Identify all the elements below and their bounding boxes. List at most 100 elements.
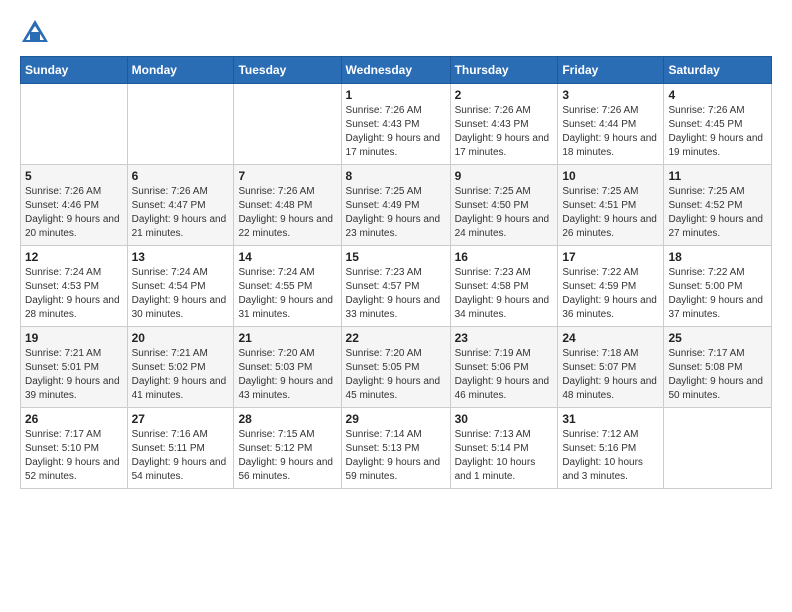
week-row: 26 Sunrise: 7:17 AM Sunset: 5:10 PM Dayli…	[21, 408, 772, 489]
day-number: 19	[25, 331, 123, 345]
header-row: SundayMondayTuesdayWednesdayThursdayFrid…	[21, 57, 772, 84]
day-number: 25	[668, 331, 767, 345]
day-cell: 19 Sunrise: 7:21 AM Sunset: 5:01 PM Dayli…	[21, 327, 128, 408]
day-number: 22	[346, 331, 446, 345]
day-number: 26	[25, 412, 123, 426]
day-cell: 5Sunrise: 7:26 AM Sunset: 4:46 PM Daylig…	[21, 165, 128, 246]
day-info: Sunrise: 7:26 AM Sunset: 4:44 PM Dayligh…	[562, 104, 659, 160]
day-cell: 7 Sunrise: 7:26 AM Sunset: 4:48 PM Daylig…	[234, 165, 341, 246]
day-info: Sunrise: 7:21 AM Sunset: 5:01 PM Dayligh…	[25, 347, 123, 403]
day-number: 7	[238, 169, 336, 183]
day-info: Sunrise: 7:26 AM Sunset: 4:48 PM Dayligh…	[238, 185, 336, 241]
day-number: 16	[455, 250, 554, 264]
day-cell	[234, 84, 341, 165]
day-cell: 17 Sunrise: 7:22 AM Sunset: 4:59 PM Dayli…	[558, 246, 664, 327]
day-cell: 10 Sunrise: 7:25 AM Sunset: 4:51 PM Dayli…	[558, 165, 664, 246]
day-cell: 26 Sunrise: 7:17 AM Sunset: 5:10 PM Dayli…	[21, 408, 128, 489]
day-info: Sunrise: 7:22 AM Sunset: 5:00 PM Dayligh…	[668, 266, 767, 322]
day-info: Sunrise: 7:23 AM Sunset: 4:58 PM Dayligh…	[455, 266, 554, 322]
day-number: 30	[455, 412, 554, 426]
day-number: 10	[562, 169, 659, 183]
day-header: Tuesday	[234, 57, 341, 84]
day-number: 2	[455, 88, 554, 102]
week-row: 1 Sunrise: 7:26 AM Sunset: 4:43 PM Daylig…	[21, 84, 772, 165]
day-info: Sunrise: 7:26 AM Sunset: 4:45 PM Dayligh…	[668, 104, 767, 160]
day-header: Saturday	[664, 57, 772, 84]
calendar: SundayMondayTuesdayWednesdayThursdayFrid…	[20, 56, 772, 489]
day-info: Sunrise: 7:13 AM Sunset: 5:14 PM Dayligh…	[455, 428, 554, 484]
day-cell: 28 Sunrise: 7:15 AM Sunset: 5:12 PM Dayli…	[234, 408, 341, 489]
day-info: Sunrise: 7:15 AM Sunset: 5:12 PM Dayligh…	[238, 428, 336, 484]
day-number: 21	[238, 331, 336, 345]
day-info: Sunrise: 7:25 AM Sunset: 4:49 PM Dayligh…	[346, 185, 446, 241]
day-number: 12	[25, 250, 123, 264]
day-cell: 11 Sunrise: 7:25 AM Sunset: 4:52 PM Dayli…	[664, 165, 772, 246]
day-number: 8	[346, 169, 446, 183]
day-cell: 1 Sunrise: 7:26 AM Sunset: 4:43 PM Daylig…	[341, 84, 450, 165]
day-number: 23	[455, 331, 554, 345]
day-cell: 20 Sunrise: 7:21 AM Sunset: 5:02 PM Dayli…	[127, 327, 234, 408]
day-number: 24	[562, 331, 659, 345]
day-cell: 15 Sunrise: 7:23 AM Sunset: 4:57 PM Dayli…	[341, 246, 450, 327]
day-number: 4	[668, 88, 767, 102]
header	[20, 16, 772, 46]
day-info: Sunrise: 7:17 AM Sunset: 5:08 PM Dayligh…	[668, 347, 767, 403]
day-number: 1	[346, 88, 446, 102]
day-info: Sunrise: 7:18 AM Sunset: 5:07 PM Dayligh…	[562, 347, 659, 403]
day-info: Sunrise: 7:25 AM Sunset: 4:52 PM Dayligh…	[668, 185, 767, 241]
day-info: Sunrise: 7:22 AM Sunset: 4:59 PM Dayligh…	[562, 266, 659, 322]
day-number: 18	[668, 250, 767, 264]
day-header: Sunday	[21, 57, 128, 84]
day-info: Sunrise: 7:17 AM Sunset: 5:10 PM Dayligh…	[25, 428, 123, 484]
day-info: Sunrise: 7:24 AM Sunset: 4:53 PM Dayligh…	[25, 266, 123, 322]
page: SundayMondayTuesdayWednesdayThursdayFrid…	[0, 0, 792, 505]
day-cell	[21, 84, 128, 165]
day-number: 15	[346, 250, 446, 264]
day-cell: 18 Sunrise: 7:22 AM Sunset: 5:00 PM Dayli…	[664, 246, 772, 327]
day-info: Sunrise: 7:14 AM Sunset: 5:13 PM Dayligh…	[346, 428, 446, 484]
day-header: Friday	[558, 57, 664, 84]
day-number: 17	[562, 250, 659, 264]
day-cell: 14 Sunrise: 7:24 AM Sunset: 4:55 PM Dayli…	[234, 246, 341, 327]
week-row: 12 Sunrise: 7:24 AM Sunset: 4:53 PM Dayli…	[21, 246, 772, 327]
day-number: 14	[238, 250, 336, 264]
day-info: Sunrise: 7:24 AM Sunset: 4:55 PM Dayligh…	[238, 266, 336, 322]
day-cell: 2 Sunrise: 7:26 AM Sunset: 4:43 PM Daylig…	[450, 84, 558, 165]
day-info: Sunrise: 7:21 AM Sunset: 5:02 PM Dayligh…	[132, 347, 230, 403]
day-number: 29	[346, 412, 446, 426]
day-cell: 12 Sunrise: 7:24 AM Sunset: 4:53 PM Dayli…	[21, 246, 128, 327]
day-number: 28	[238, 412, 336, 426]
day-info: Sunrise: 7:16 AM Sunset: 5:11 PM Dayligh…	[132, 428, 230, 484]
day-number: 13	[132, 250, 230, 264]
day-cell: 24 Sunrise: 7:18 AM Sunset: 5:07 PM Dayli…	[558, 327, 664, 408]
day-cell: 6Sunrise: 7:26 AM Sunset: 4:47 PM Daylig…	[127, 165, 234, 246]
day-cell: 13Sunrise: 7:24 AM Sunset: 4:54 PM Dayli…	[127, 246, 234, 327]
day-info: Sunrise: 7:23 AM Sunset: 4:57 PM Dayligh…	[346, 266, 446, 322]
day-info: Sunrise: 7:19 AM Sunset: 5:06 PM Dayligh…	[455, 347, 554, 403]
day-cell: 23 Sunrise: 7:19 AM Sunset: 5:06 PM Dayli…	[450, 327, 558, 408]
day-cell: 9 Sunrise: 7:25 AM Sunset: 4:50 PM Daylig…	[450, 165, 558, 246]
day-info: Sunrise: 7:26 AM Sunset: 4:43 PM Dayligh…	[455, 104, 554, 160]
day-number: 3	[562, 88, 659, 102]
day-info: Sunrise: 7:25 AM Sunset: 4:50 PM Dayligh…	[455, 185, 554, 241]
week-row: 5Sunrise: 7:26 AM Sunset: 4:46 PM Daylig…	[21, 165, 772, 246]
day-info: Sunrise: 7:25 AM Sunset: 4:51 PM Dayligh…	[562, 185, 659, 241]
day-number: 9	[455, 169, 554, 183]
day-cell: 31Sunrise: 7:12 AM Sunset: 5:16 PM Dayli…	[558, 408, 664, 489]
day-number: 27	[132, 412, 230, 426]
day-info: Sunrise: 7:26 AM Sunset: 4:43 PM Dayligh…	[346, 104, 446, 160]
day-number: 20	[132, 331, 230, 345]
day-cell: 30 Sunrise: 7:13 AM Sunset: 5:14 PM Dayli…	[450, 408, 558, 489]
week-row: 19 Sunrise: 7:21 AM Sunset: 5:01 PM Dayli…	[21, 327, 772, 408]
day-cell: 16 Sunrise: 7:23 AM Sunset: 4:58 PM Dayli…	[450, 246, 558, 327]
day-number: 11	[668, 169, 767, 183]
day-header: Monday	[127, 57, 234, 84]
day-cell: 4 Sunrise: 7:26 AM Sunset: 4:45 PM Daylig…	[664, 84, 772, 165]
logo-icon	[20, 16, 50, 46]
day-info: Sunrise: 7:20 AM Sunset: 5:05 PM Dayligh…	[346, 347, 446, 403]
day-cell	[127, 84, 234, 165]
day-cell	[664, 408, 772, 489]
day-cell: 3 Sunrise: 7:26 AM Sunset: 4:44 PM Daylig…	[558, 84, 664, 165]
day-number: 6	[132, 169, 230, 183]
logo	[20, 16, 54, 46]
